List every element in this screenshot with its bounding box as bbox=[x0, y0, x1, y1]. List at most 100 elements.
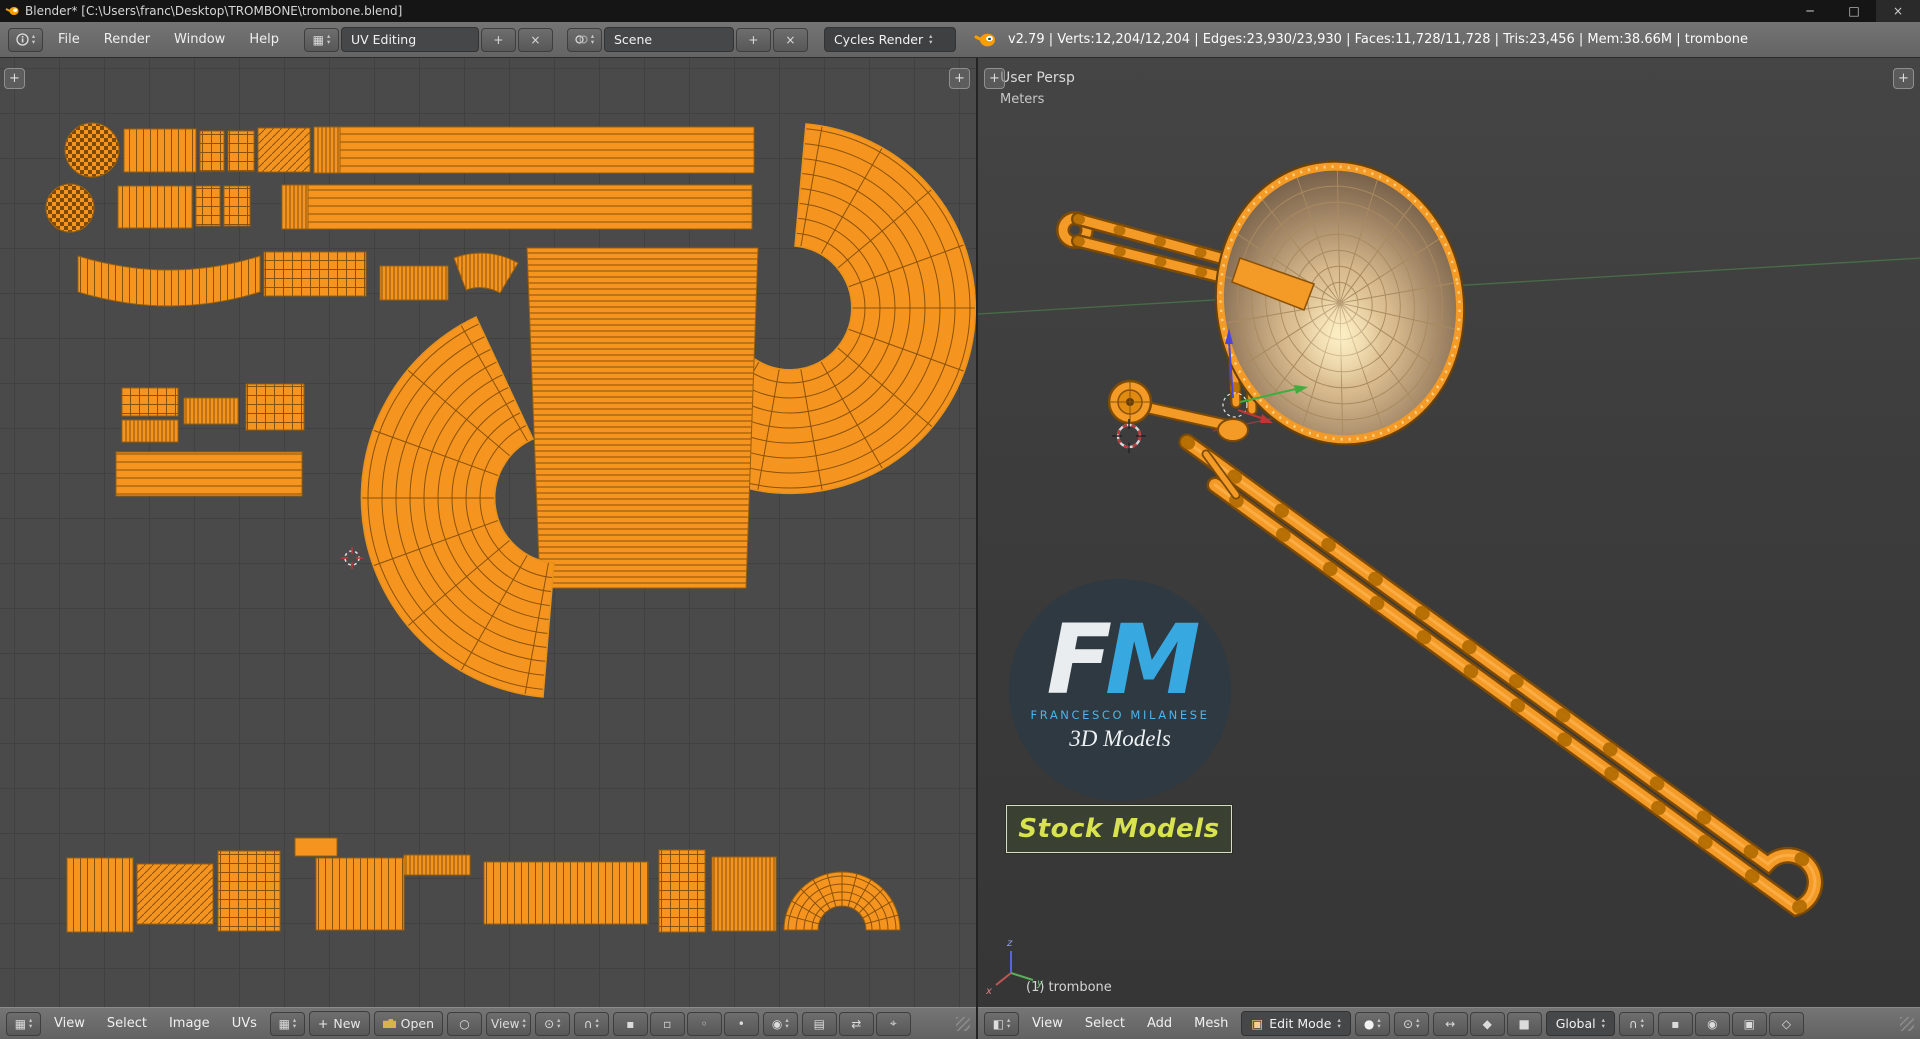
uv-editor-pane: + + ▦ ▴▾ View Select Image UVs ▦ ▴▾ + bbox=[0, 58, 978, 1039]
rotate-icon: ◆ bbox=[1482, 1016, 1492, 1031]
uv-draw-other-objects-button[interactable]: ▤ bbox=[801, 1011, 837, 1036]
uv-menu-image[interactable]: Image bbox=[160, 1014, 219, 1033]
proportional-icon: ◉ bbox=[1707, 1016, 1718, 1031]
uv-editor-header: ▦ ▴ ▾ View Select Image UVs ▦ ▴ ▾ + New Op… bbox=[0, 1007, 976, 1039]
render-opengl-anim-button[interactable]: ◇ bbox=[1768, 1011, 1804, 1036]
uv-menu-uvs[interactable]: UVs bbox=[223, 1014, 266, 1033]
header-resize-grip[interactable] bbox=[956, 1016, 970, 1031]
blender-window: Blender* [C:\Users\franc\Desktop\TROMBON… bbox=[0, 0, 1920, 1039]
display-channels-dropdown[interactable]: View ▴ ▾ bbox=[486, 1011, 531, 1036]
view3d-menu-mesh[interactable]: Mesh bbox=[1185, 1014, 1237, 1033]
watermark-initials: FM bbox=[1046, 604, 1200, 717]
region-expand-icon[interactable]: + bbox=[1893, 68, 1914, 89]
menu-window[interactable]: Window bbox=[165, 30, 234, 49]
3d-viewport[interactable]: z y x User Persp Meters (1) trombone + +… bbox=[978, 58, 1920, 1007]
uv-select-sync-button[interactable]: ⇄ bbox=[838, 1011, 874, 1036]
watermark-3d-models: 3D Models bbox=[1069, 725, 1171, 751]
uv-sticky-disable-button[interactable]: ◦ bbox=[686, 1011, 722, 1036]
image-browse-button[interactable]: ▦ ▴ ▾ bbox=[269, 1011, 305, 1036]
new-image-button[interactable]: + New bbox=[308, 1011, 370, 1036]
manipulator-rotate-button[interactable]: ◆ bbox=[1469, 1011, 1505, 1036]
selector-arrows-icon: ▴ ▾ bbox=[557, 1016, 561, 1030]
magnet-icon: ∩ bbox=[1628, 1016, 1638, 1031]
open-image-button[interactable]: Open bbox=[373, 1011, 444, 1036]
screen-layout-delete-button[interactable]: × bbox=[517, 27, 553, 52]
selector-arrows-icon: ▴ ▾ bbox=[1007, 1016, 1011, 1030]
uv-menu-select[interactable]: Select bbox=[98, 1014, 156, 1033]
selector-arrows-icon: ▴ ▾ bbox=[522, 1016, 526, 1030]
editor-type-button-info[interactable]: ▴ ▾ bbox=[8, 27, 43, 52]
minimize-button[interactable]: ─ bbox=[1788, 0, 1832, 22]
uv-snap-dropdown[interactable]: ∩ ▴ ▾ bbox=[573, 1011, 609, 1036]
pin-toggle-button[interactable]: ○ bbox=[447, 1011, 483, 1036]
viewport-shading-dropdown[interactable]: ● ▴ ▾ bbox=[1354, 1011, 1390, 1036]
view3d-menu-select[interactable]: Select bbox=[1076, 1014, 1134, 1033]
scene-delete-button[interactable]: × bbox=[772, 27, 808, 52]
occlude-geometry-button[interactable]: ▪ bbox=[1657, 1011, 1693, 1036]
watermark-author-name: FRANCESCO MILANESE bbox=[1030, 707, 1210, 722]
trombone-mouthpiece bbox=[1107, 379, 1153, 425]
sticky-a-icon: ▪ bbox=[626, 1016, 635, 1031]
transform-orientation-dropdown[interactable]: Global ▴ ▾ bbox=[1545, 1011, 1615, 1036]
trombone-slide bbox=[1178, 433, 1824, 918]
region-expand-icon[interactable]: + bbox=[949, 68, 970, 89]
window-title: Blender* [C:\Users\franc\Desktop\TROMBON… bbox=[25, 4, 403, 18]
crosshair-icon: ⌖ bbox=[889, 1016, 897, 1030]
selector-arrows-icon: ▴ ▾ bbox=[1337, 1016, 1341, 1030]
menu-render[interactable]: Render bbox=[95, 30, 159, 49]
sticky-c-icon: ◦ bbox=[700, 1016, 708, 1031]
region-expand-icon[interactable]: + bbox=[984, 68, 1005, 89]
mode-dropdown[interactable]: ▣ Edit Mode ▴ ▾ bbox=[1241, 1011, 1351, 1036]
watermark-stock-models: Stock Models bbox=[1006, 805, 1232, 853]
menu-file[interactable]: File bbox=[49, 30, 89, 49]
3d-view-editor-icon: ◧ bbox=[992, 1016, 1005, 1031]
uv-sticky-island-button[interactable]: • bbox=[723, 1011, 759, 1036]
selector-arrows-icon: ▴ ▾ bbox=[590, 32, 595, 46]
editor-type-button-image[interactable]: ▦ ▴ ▾ bbox=[6, 1011, 41, 1036]
scene-statistics: v2.79 | Verts:12,204/12,204 | Edges:23,9… bbox=[1007, 32, 1748, 47]
info-editor-icon bbox=[16, 33, 29, 46]
view3d-menu-add[interactable]: Add bbox=[1138, 1014, 1181, 1033]
uv-crosshair-button[interactable]: ⌖ bbox=[875, 1011, 911, 1036]
screen-layout-add-button[interactable]: + bbox=[480, 27, 516, 52]
uv-sticky-location-button[interactable]: ▫ bbox=[649, 1011, 685, 1036]
manipulator-translate-button[interactable]: ↔ bbox=[1432, 1011, 1468, 1036]
sticky-b-icon: ▫ bbox=[663, 1016, 672, 1031]
selector-arrows-icon: ▴ ▾ bbox=[29, 1016, 33, 1030]
header-resize-grip[interactable] bbox=[1900, 1016, 1914, 1031]
screen-layout-browse-button[interactable]: ▦ ▴ ▾ bbox=[303, 27, 339, 52]
region-expand-icon[interactable]: + bbox=[4, 68, 25, 89]
render-opengl-button[interactable]: ▣ bbox=[1731, 1011, 1767, 1036]
sticky-d-icon: • bbox=[737, 1016, 745, 1031]
manipulator-scale-button[interactable]: ■ bbox=[1506, 1011, 1542, 1036]
view3d-menu-view[interactable]: View bbox=[1023, 1014, 1072, 1033]
proportional-edit-button[interactable]: ◉ bbox=[1694, 1011, 1730, 1036]
scale-icon: ■ bbox=[1518, 1016, 1530, 1031]
trombone-bell bbox=[1214, 160, 1466, 446]
pivot-icon: ⊙ bbox=[1403, 1016, 1414, 1031]
screen-layout-field[interactable]: UV Editing bbox=[340, 27, 479, 52]
trombone-mesh-graphic: z y x bbox=[978, 160, 1920, 997]
plus-icon: + bbox=[317, 1016, 329, 1031]
3d-view-header: ◧ ▴ ▾ View Select Add Mesh ▣ Edit Mode ▴ ▾… bbox=[978, 1007, 1920, 1039]
menu-help[interactable]: Help bbox=[240, 30, 288, 49]
maximize-button[interactable]: □ bbox=[1832, 0, 1876, 22]
editor-type-button-3dview[interactable]: ◧ ▴ ▾ bbox=[984, 1011, 1019, 1036]
render-engine-dropdown[interactable]: Cycles Render ▴ ▾ bbox=[823, 27, 956, 52]
uv-sticky-vertex-button[interactable]: ▪ bbox=[612, 1011, 648, 1036]
scene-field[interactable]: Scene bbox=[603, 27, 734, 52]
proportional-edit-dropdown[interactable]: ◉ ▴ ▾ bbox=[762, 1011, 798, 1036]
3d-cursor bbox=[1112, 419, 1146, 453]
scene-browse-button[interactable]: ▴ ▾ bbox=[566, 27, 602, 52]
uv-pivot-dropdown[interactable]: ⊙ ▴ ▾ bbox=[534, 1011, 570, 1036]
axis-x-label: x bbox=[985, 986, 992, 997]
uv-menu-view[interactable]: View bbox=[45, 1014, 94, 1033]
snap-dropdown[interactable]: ∩ ▴ ▾ bbox=[1618, 1011, 1654, 1036]
image-editor-icon: ▦ bbox=[14, 1016, 27, 1031]
pivot-center-dropdown[interactable]: ⊙ ▴ ▾ bbox=[1393, 1011, 1429, 1036]
close-button[interactable]: × bbox=[1876, 0, 1920, 22]
selector-arrows-icon: ▴ ▾ bbox=[595, 1016, 599, 1030]
selector-arrows-icon: ▴ ▾ bbox=[1601, 1016, 1605, 1030]
uv-canvas[interactable]: + + bbox=[0, 58, 976, 1007]
scene-add-button[interactable]: + bbox=[735, 27, 771, 52]
